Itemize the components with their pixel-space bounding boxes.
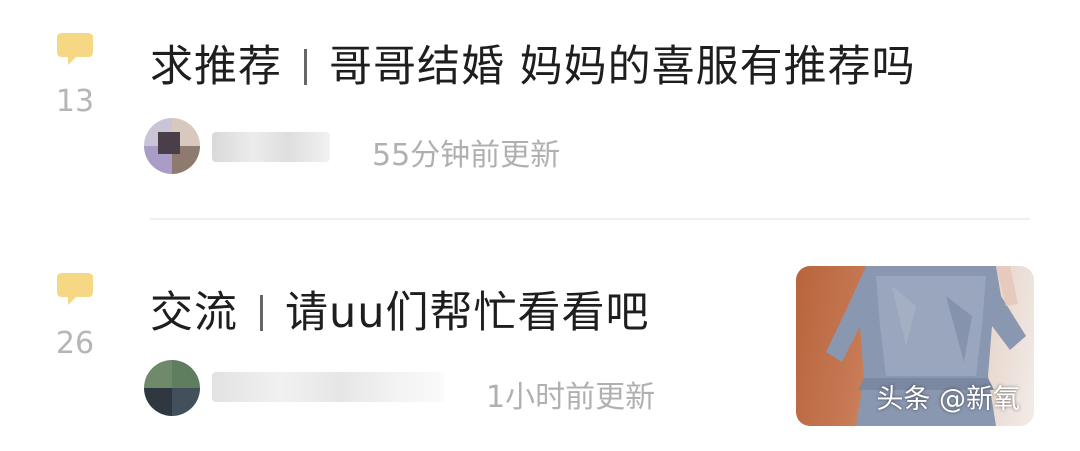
avatar[interactable] [144, 360, 200, 416]
post-title[interactable]: 交流 请uu们帮忙看看吧 [150, 278, 650, 340]
update-time: 55分钟前更新 [372, 138, 561, 173]
username-blurred[interactable] [212, 372, 444, 402]
post-item[interactable]: 26 交流 请uu们帮忙看看吧 1小时前更新 头条 @新氧 [0, 220, 1080, 451]
update-time: 1小时前更新 [486, 380, 656, 415]
post-item[interactable]: 13 求推荐 哥哥结婚 妈妈的喜服有推荐吗 55分钟前更新 [0, 0, 1080, 218]
username-blurred[interactable] [212, 132, 330, 162]
post-thumbnail[interactable]: 头条 @新氧 [796, 266, 1034, 426]
title-text: 请uu们帮忙看看吧 [285, 288, 650, 338]
reply-count: 13 [55, 84, 95, 119]
reply-count: 26 [55, 326, 95, 361]
speech-bubble-icon [57, 273, 93, 305]
avatar[interactable] [144, 118, 200, 174]
watermark: 头条 @新氧 [876, 384, 1020, 415]
title-separator [260, 295, 263, 331]
title-tag: 求推荐 [150, 42, 282, 92]
speech-bubble-icon [57, 33, 93, 65]
title-tag: 交流 [150, 288, 238, 338]
post-title[interactable]: 求推荐 哥哥结婚 妈妈的喜服有推荐吗 [150, 32, 916, 94]
title-separator [304, 49, 307, 85]
title-text: 哥哥结婚 妈妈的喜服有推荐吗 [329, 42, 916, 92]
